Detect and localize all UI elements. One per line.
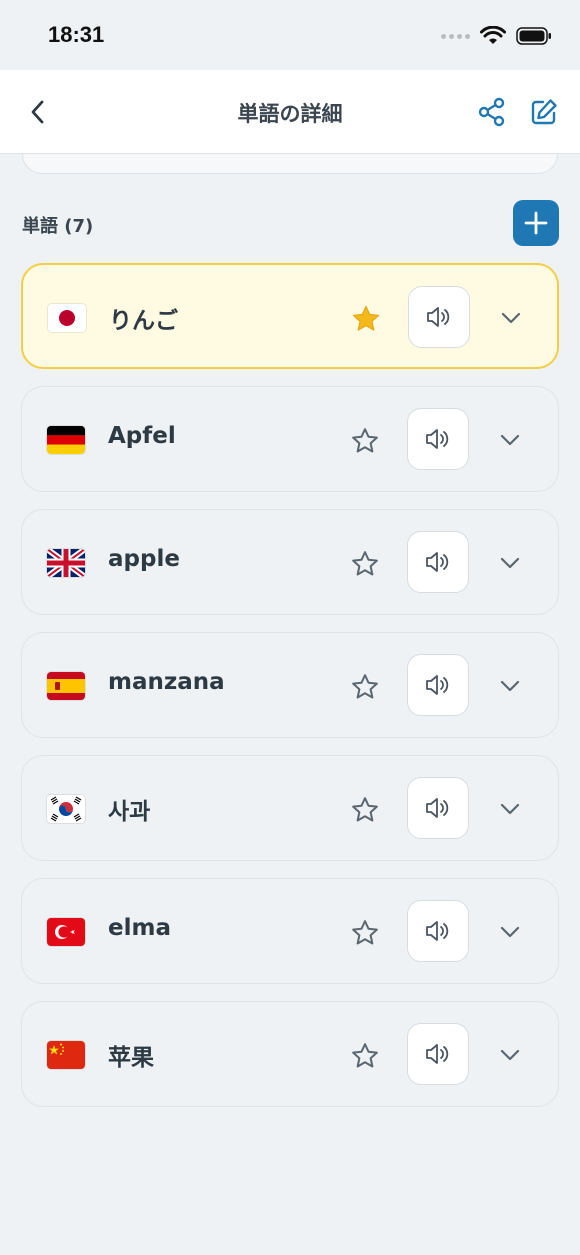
expand-button[interactable] [494, 670, 526, 702]
wifi-icon [480, 26, 506, 44]
chevron-down-icon [500, 680, 520, 692]
de-flag-icon [47, 426, 85, 454]
play-sound-button[interactable] [407, 531, 469, 593]
tr-flag-icon [47, 918, 85, 946]
status-icons [441, 26, 552, 46]
word-card[interactable]: Apfel [21, 386, 559, 492]
chevron-down-icon [500, 557, 520, 569]
expand-button[interactable] [494, 424, 526, 456]
share-icon [478, 97, 505, 127]
expand-button[interactable] [495, 302, 527, 334]
battery-icon [516, 27, 551, 45]
speaker-icon [427, 307, 450, 327]
expand-button[interactable] [494, 1039, 526, 1071]
gb-flag-icon [47, 549, 85, 577]
word-text: りんご [109, 308, 178, 334]
cellular-signal-icon [441, 33, 470, 39]
edit-button[interactable] [526, 94, 562, 130]
speaker-icon [426, 921, 449, 941]
share-button[interactable] [474, 94, 510, 130]
status-bar: 18:31 [0, 0, 580, 70]
navigation-bar: 単語の詳細 [0, 70, 580, 154]
favorite-button[interactable] [348, 670, 382, 704]
play-sound-button[interactable] [407, 408, 469, 470]
speaker-icon [426, 675, 449, 695]
speaker-icon [426, 429, 449, 449]
word-card[interactable]: apple [21, 509, 559, 615]
speaker-icon [426, 1044, 449, 1064]
word-text: manzana [108, 669, 225, 695]
es-flag-icon [47, 672, 85, 700]
star-outline-icon [352, 797, 378, 822]
star-outline-icon [352, 551, 378, 576]
status-time: 18:31 [48, 22, 105, 47]
favorite-button[interactable] [348, 916, 382, 950]
star-filled-icon [352, 305, 380, 331]
favorite-button[interactable] [348, 424, 382, 458]
jp-flag-icon [48, 304, 86, 332]
kr-flag-icon [47, 795, 85, 823]
star-outline-icon [352, 428, 378, 453]
play-sound-button[interactable] [407, 900, 469, 962]
chevron-down-icon [501, 312, 521, 324]
plus-icon [524, 211, 548, 235]
favorite-button[interactable] [348, 547, 382, 581]
speaker-icon [426, 798, 449, 818]
chevron-down-icon [500, 434, 520, 446]
play-sound-button[interactable] [408, 286, 470, 348]
star-outline-icon [352, 674, 378, 699]
word-text: apple [108, 546, 180, 572]
expand-button[interactable] [494, 793, 526, 825]
chevron-down-icon [500, 803, 520, 815]
add-word-button[interactable] [513, 200, 559, 246]
play-sound-button[interactable] [407, 777, 469, 839]
word-text: 사과 [108, 799, 151, 825]
cn-flag-icon [47, 1041, 85, 1069]
play-sound-button[interactable] [407, 1023, 469, 1085]
speaker-icon [426, 552, 449, 572]
play-sound-button[interactable] [407, 654, 469, 716]
star-outline-icon [352, 1043, 378, 1068]
word-text: elma [108, 915, 171, 941]
words-section-header: 単語 (7) [22, 216, 94, 237]
chevron-down-icon [500, 1049, 520, 1061]
word-card[interactable]: manzana [21, 632, 559, 738]
word-card[interactable]: elma [21, 878, 559, 984]
word-text: 苹果 [108, 1045, 154, 1071]
favorite-button[interactable] [348, 793, 382, 827]
edit-icon [531, 99, 557, 125]
word-list: りんご Apfel apple manzana 사과 elma 苹果 [21, 263, 559, 1124]
chevron-down-icon [500, 926, 520, 938]
expand-button[interactable] [494, 547, 526, 579]
star-outline-icon [352, 920, 378, 945]
favorite-button[interactable] [349, 302, 383, 336]
favorite-button[interactable] [348, 1039, 382, 1073]
word-text: Apfel [108, 423, 176, 449]
word-card[interactable]: 사과 [21, 755, 559, 861]
expand-button[interactable] [494, 916, 526, 948]
word-card[interactable]: 苹果 [21, 1001, 559, 1107]
word-card[interactable]: りんご [21, 263, 559, 369]
